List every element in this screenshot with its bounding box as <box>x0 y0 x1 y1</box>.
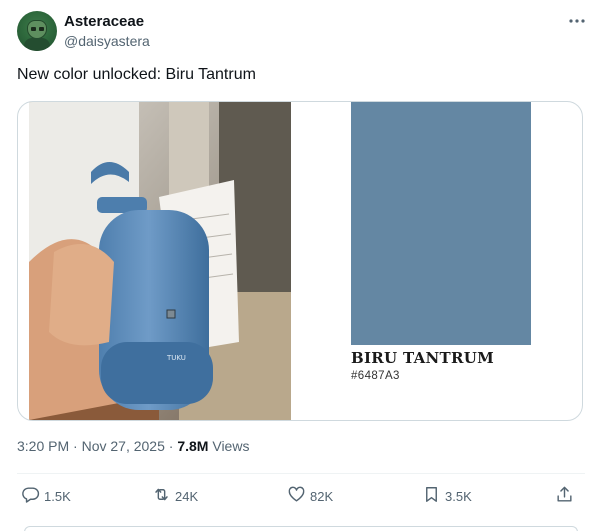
display-name[interactable]: Asteraceae <box>64 13 144 30</box>
tweet-text: New color unlocked: Biru Tantrum <box>17 66 256 83</box>
repost-count: 24K <box>175 488 199 504</box>
repost-icon <box>152 485 171 507</box>
avatar-face <box>27 20 47 39</box>
bookmark-icon <box>422 485 441 507</box>
color-swatch <box>351 102 531 345</box>
share-icon <box>555 485 574 507</box>
color-name-label: BIRU TANTRUM <box>351 349 495 367</box>
meta-separator: · <box>73 438 78 454</box>
meta-separator: · <box>168 438 174 454</box>
share-button[interactable] <box>555 484 574 508</box>
like-button[interactable]: 82K <box>287 484 333 508</box>
views-count: 7.8M <box>177 438 209 454</box>
next-card-edge <box>24 526 578 531</box>
tweet-time[interactable]: 3:20 PM <box>17 438 69 454</box>
photo-image[interactable]: TUKU <box>29 102 291 420</box>
tweet-date[interactable]: Nov 27, 2025 <box>82 438 165 454</box>
color-hex-label: #6487A3 <box>351 370 400 382</box>
svg-text:TUKU: TUKU <box>166 354 186 362</box>
more-options-icon[interactable] <box>566 12 588 30</box>
divider <box>17 473 585 474</box>
avatar-body <box>24 38 50 51</box>
avatar-eye <box>39 27 44 31</box>
reply-button[interactable]: 1.5K <box>21 484 71 508</box>
tweet-actions: 1.5K 24K 82K 3.5K <box>17 484 585 508</box>
avatar-eye <box>31 27 36 31</box>
reply-count: 1.5K <box>44 488 71 504</box>
like-count: 82K <box>310 488 334 504</box>
reply-icon <box>21 485 40 507</box>
tweet-media[interactable]: TUKU BIRU TANTRUM #6487A3 <box>17 101 583 421</box>
views-label: Views <box>212 438 250 454</box>
avatar[interactable] <box>17 11 57 51</box>
user-handle[interactable]: @daisyastera <box>64 33 150 49</box>
bookmark-button[interactable]: 3.5K <box>422 484 472 508</box>
tweet-header: Asteraceae @daisyastera <box>17 10 588 54</box>
tweet-meta: 3:20 PM · Nov 27, 2025 · 7.8M Views <box>17 438 249 454</box>
repost-button[interactable]: 24K <box>152 484 198 508</box>
heart-icon <box>287 485 306 507</box>
bookmark-count: 3.5K <box>445 488 472 504</box>
